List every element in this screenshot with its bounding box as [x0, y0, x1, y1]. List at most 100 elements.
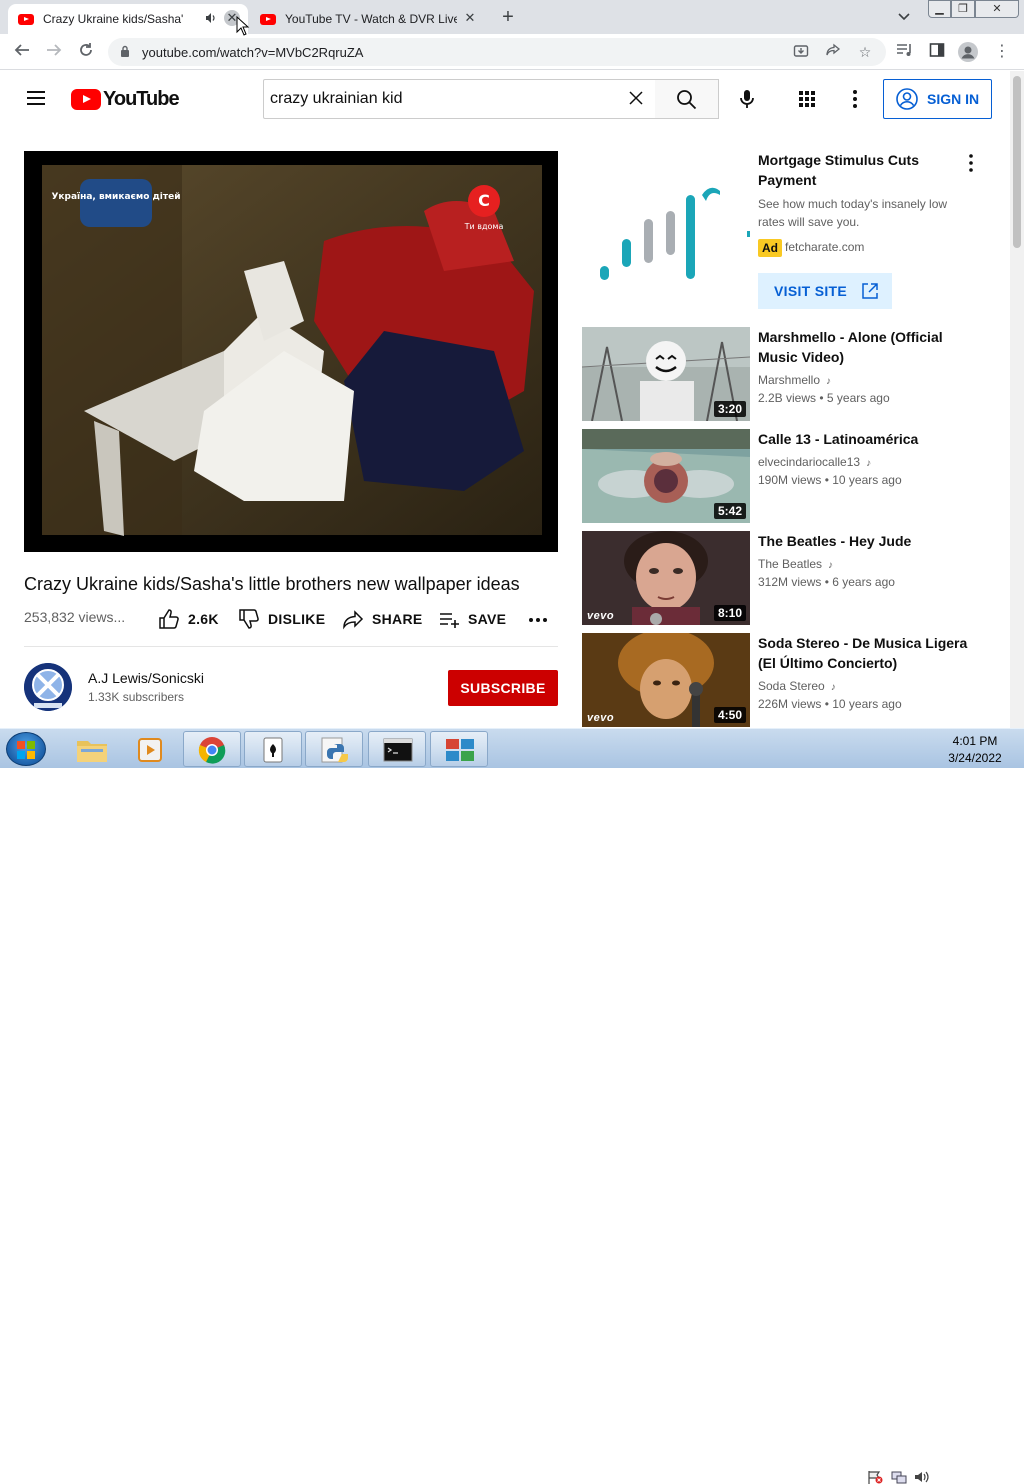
- minimize-window-icon[interactable]: ▁: [928, 0, 951, 18]
- save-button[interactable]: SAVE: [438, 608, 506, 630]
- rec-views: 2.2B views: [758, 391, 817, 405]
- hamburger-menu-icon[interactable]: [27, 91, 45, 105]
- share-button[interactable]: SHARE: [342, 608, 423, 630]
- vevo-watermark: vevo: [587, 712, 615, 724]
- python-icon[interactable]: [305, 731, 363, 767]
- rec-meta-separator: •: [824, 473, 829, 487]
- list-item[interactable]: vevo 8:10 The Beatles - Hey Jude The Bea…: [582, 531, 982, 625]
- rec-title[interactable]: Marshmello - Alone (Official Music Video…: [758, 327, 968, 367]
- bookmark-star-icon[interactable]: ☆: [856, 43, 874, 61]
- volume-icon[interactable]: [914, 1470, 930, 1484]
- tab-search-chevron-icon[interactable]: [894, 7, 914, 27]
- rec-meta-separator: •: [824, 575, 829, 589]
- rec-title[interactable]: Soda Stereo - De Musica Ligera (El Últim…: [758, 633, 968, 673]
- rec-channel[interactable]: elvecindariocalle13 ♪: [758, 455, 871, 469]
- rec-channel[interactable]: Marshmello ♪: [758, 373, 831, 387]
- svg-text:C: C: [478, 191, 490, 210]
- duration-badge: 4:50: [713, 707, 746, 723]
- duration-badge: 3:20: [713, 401, 746, 417]
- settings-more-icon[interactable]: [843, 87, 867, 111]
- start-button-icon[interactable]: [6, 732, 46, 766]
- browser-menu-icon[interactable]: ⋮: [992, 42, 1012, 62]
- browser-tab-strip: Crazy Ukraine kids/Sasha's li ✕ YouTube …: [0, 0, 1024, 34]
- youtube-logo[interactable]: YouTube: [71, 88, 180, 110]
- list-item[interactable]: 5:42 Calle 13 - Latinoamérica elvecindar…: [582, 429, 982, 523]
- tab-inactive[interactable]: YouTube TV - Watch & DVR Live ✕: [250, 4, 486, 34]
- view-count[interactable]: 253,832 views...: [24, 609, 125, 625]
- youtube-play-icon: [71, 88, 101, 110]
- fetcharate-logo-icon: [600, 187, 750, 280]
- rec-views: 190M views: [758, 473, 822, 487]
- restore-window-icon[interactable]: ❐: [951, 0, 975, 18]
- close-tab-icon[interactable]: ✕: [462, 10, 478, 26]
- dislike-button[interactable]: DISLIKE: [238, 608, 325, 630]
- explorer-icon[interactable]: [62, 731, 120, 767]
- list-item[interactable]: vevo 4:50 Soda Stereo - De Musica Ligera…: [582, 633, 982, 727]
- clear-search-icon[interactable]: [627, 90, 645, 108]
- video-player[interactable]: Україна, вмикаємо дітей C Ти вдома: [24, 151, 558, 552]
- channel-name[interactable]: A.J Lewis/Sonicski: [88, 670, 204, 686]
- sign-in-button[interactable]: SIGN IN: [883, 79, 992, 119]
- ad-menu-icon[interactable]: [962, 153, 980, 173]
- search-input[interactable]: [270, 86, 610, 112]
- subscribe-button[interactable]: SUBSCRIBE: [448, 670, 558, 706]
- video-title: Crazy Ukraine kids/Sasha's little brothe…: [24, 574, 520, 594]
- rec-meta: 312M views • 6 years ago: [758, 575, 895, 589]
- audio-playing-icon[interactable]: [205, 12, 217, 27]
- external-link-icon: [862, 283, 878, 299]
- music-note-icon: ♪: [866, 458, 872, 469]
- windows-taskbar: [0, 728, 1024, 1484]
- rec-channel[interactable]: Soda Stereo ♪: [758, 679, 836, 693]
- apps-grid-icon[interactable]: [795, 87, 819, 111]
- video-thumbnail[interactable]: vevo 8:10: [582, 531, 750, 625]
- side-panel-icon[interactable]: [927, 42, 947, 62]
- video-thumbnail[interactable]: vevo 4:50: [582, 633, 750, 727]
- thumbs-down-icon: [239, 609, 259, 629]
- search-box: [263, 79, 656, 119]
- install-app-icon[interactable]: [792, 43, 810, 61]
- search-button[interactable]: [655, 79, 719, 119]
- media-controls-icon[interactable]: [895, 42, 915, 62]
- ad-description: See how much today's insanely low rates …: [758, 197, 948, 229]
- ad-image[interactable]: [582, 151, 750, 291]
- ad-title[interactable]: Mortgage Stimulus Cuts Payment: [758, 150, 958, 190]
- media-player-icon[interactable]: [122, 731, 180, 767]
- close-window-icon[interactable]: ✕: [975, 0, 1019, 18]
- profile-icon[interactable]: [958, 42, 978, 62]
- network-icon[interactable]: [891, 1470, 907, 1484]
- rec-title[interactable]: The Beatles - Hey Jude: [758, 531, 968, 551]
- youtube-masthead: YouTube SIGN IN: [0, 71, 1010, 127]
- forward-icon[interactable]: [44, 42, 64, 62]
- more-actions-icon[interactable]: [528, 608, 556, 630]
- search-icon: [677, 90, 697, 110]
- rec-channel-name: elvecindariocalle13: [758, 455, 861, 469]
- video-thumbnail[interactable]: 3:20: [582, 327, 750, 421]
- cmd-icon[interactable]: [368, 731, 426, 767]
- solitaire-icon[interactable]: [244, 731, 302, 767]
- reload-icon[interactable]: [76, 42, 96, 62]
- app-grid-icon[interactable]: [430, 731, 488, 767]
- duration-badge: 8:10: [713, 605, 746, 621]
- youtube-favicon-icon: [260, 13, 276, 25]
- visit-site-button[interactable]: VISIT SITE: [758, 273, 892, 309]
- chrome-icon[interactable]: [183, 731, 241, 767]
- page-scrollbar-thumb[interactable]: [1013, 76, 1021, 248]
- video-thumbnail[interactable]: 5:42: [582, 429, 750, 523]
- rec-meta: 190M views • 10 years ago: [758, 473, 902, 487]
- action-center-flag-icon[interactable]: [867, 1470, 883, 1484]
- vevo-watermark: vevo: [587, 610, 615, 622]
- clock-time[interactable]: 4:01 PM: [940, 734, 1010, 748]
- new-tab-icon[interactable]: +: [498, 7, 518, 27]
- ad-badge: Ad: [758, 239, 782, 257]
- back-icon[interactable]: [12, 42, 32, 62]
- clock-date[interactable]: 3/24/2022: [940, 751, 1010, 765]
- share-page-icon[interactable]: [824, 43, 842, 61]
- tab-active[interactable]: Crazy Ukraine kids/Sasha's li ✕: [8, 4, 248, 34]
- list-item[interactable]: 3:20 Marshmello - Alone (Official Music …: [582, 327, 982, 421]
- rec-channel[interactable]: The Beatles ♪: [758, 557, 833, 571]
- microphone-icon[interactable]: [735, 87, 759, 111]
- channel-avatar[interactable]: [24, 663, 72, 711]
- address-bar[interactable]: youtube.com/watch?v=MVbC2RqruZA ☆: [108, 38, 886, 66]
- like-button[interactable]: 2.6K: [158, 608, 219, 630]
- rec-title[interactable]: Calle 13 - Latinoamérica: [758, 429, 968, 449]
